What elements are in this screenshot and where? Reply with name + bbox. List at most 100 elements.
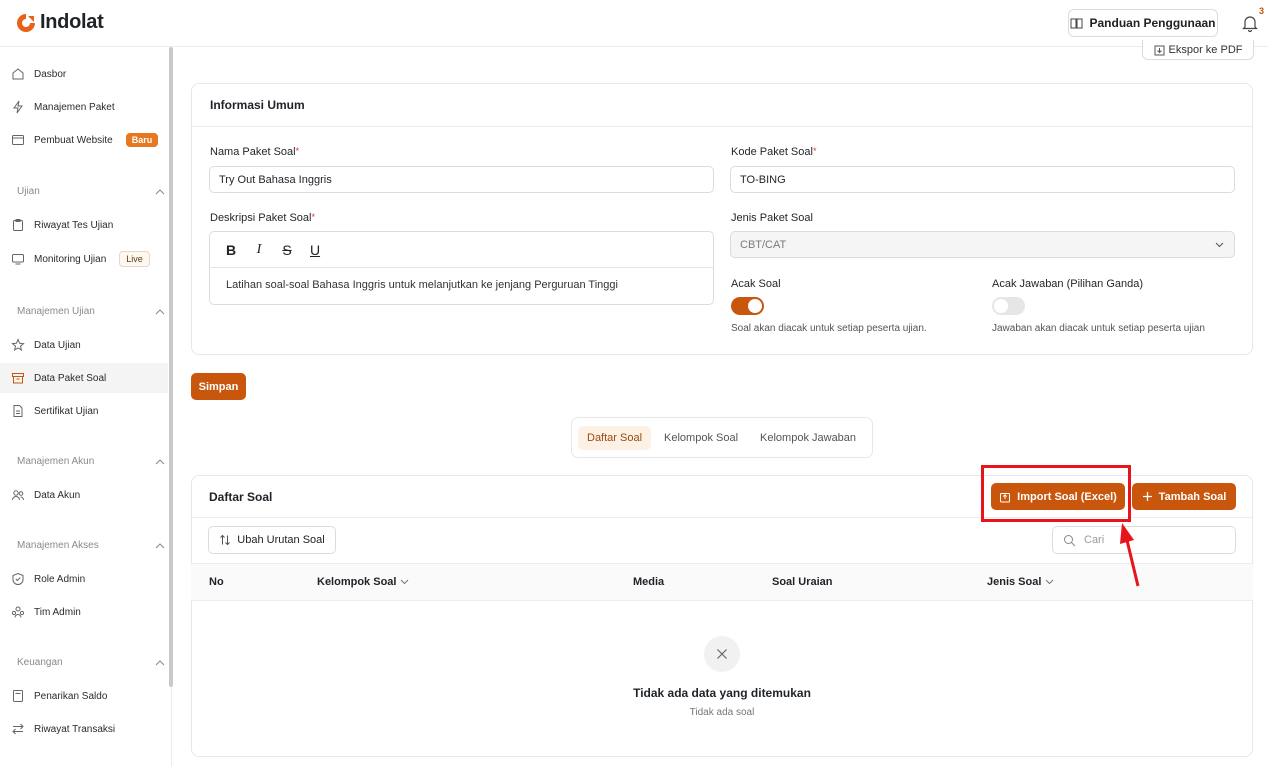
sidebar-item-label: Role Admin xyxy=(34,573,86,585)
sidebar-item-role-admin[interactable]: Role Admin xyxy=(0,564,168,594)
sidebar-item-dasbor[interactable]: Dasbor xyxy=(0,59,168,89)
shuffle-questions-label: Acak Soal xyxy=(731,278,781,290)
package-code-input[interactable]: TO-BING xyxy=(730,166,1235,193)
tab-kelompok-soal[interactable]: Kelompok Soal xyxy=(655,426,747,450)
sidebar-item-label: Riwayat Tes Ujian xyxy=(34,219,114,231)
reorder-questions-button[interactable]: Ubah Urutan Soal xyxy=(208,526,336,554)
sidebar-item-label: Data Ujian xyxy=(34,339,81,351)
toggle-knob xyxy=(748,299,762,313)
section-manajemen-ujian[interactable]: Manajemen Ujian xyxy=(17,306,165,317)
live-badge: Live xyxy=(119,251,150,267)
column-kelompok-soal[interactable]: Kelompok Soal xyxy=(317,576,409,588)
package-type-label: Jenis Paket Soal xyxy=(731,212,813,224)
save-button[interactable]: Simpan xyxy=(191,373,246,400)
description-editor[interactable]: B I S U Latihan soal-soal Bahasa Inggris… xyxy=(209,231,714,305)
sidebar-item-monitoring-ujian[interactable]: Monitoring Ujian Live xyxy=(0,244,168,274)
sidebar-item-label: Tim Admin xyxy=(34,606,81,618)
shuffle-questions-toggle[interactable] xyxy=(731,297,764,315)
section-title: Manajemen Akses xyxy=(17,540,99,551)
strikethrough-icon[interactable]: S xyxy=(280,242,294,258)
package-name-label: Nama Paket Soal* xyxy=(210,146,300,158)
package-type-value: CBT/CAT xyxy=(740,238,787,251)
window-icon xyxy=(12,135,24,145)
search-placeholder: Cari xyxy=(1084,534,1105,546)
add-question-button[interactable]: Tambah Soal xyxy=(1132,483,1236,510)
sidebar-item-label: Data Akun xyxy=(34,489,81,501)
annotation-arrow-icon xyxy=(1120,523,1140,587)
package-code-label: Kode Paket Soal* xyxy=(731,146,817,158)
bold-icon[interactable]: B xyxy=(224,242,238,258)
chevron-up-icon xyxy=(155,659,165,665)
logo[interactable]: Indolat xyxy=(16,11,104,34)
sidebar-item-tim-admin[interactable]: Tim Admin xyxy=(0,597,168,627)
italic-icon[interactable]: I xyxy=(252,242,266,258)
plus-icon xyxy=(1142,492,1152,501)
sidebar-item-data-paket-soal[interactable]: Data Paket Soal xyxy=(0,363,168,393)
info-card xyxy=(191,83,1253,355)
empty-state-subtitle: Tidak ada soal xyxy=(689,707,755,718)
package-type-select[interactable]: CBT/CAT xyxy=(730,231,1235,258)
shuffle-answers-toggle[interactable] xyxy=(992,297,1025,315)
shield-icon xyxy=(12,572,24,586)
required-mark: * xyxy=(295,146,300,156)
sidebar-item-label: Manajemen Paket xyxy=(34,101,115,113)
sidebar-item-sertifikat-ujian[interactable]: Sertifikat Ujian xyxy=(0,396,168,426)
chevron-up-icon xyxy=(155,188,165,194)
empty-state-close-icon xyxy=(704,636,740,672)
new-badge: Baru xyxy=(125,133,159,147)
section-keuangan[interactable]: Keuangan xyxy=(17,657,165,668)
section-title: Manajemen Ujian xyxy=(17,306,95,317)
chevron-down-icon xyxy=(1215,242,1224,248)
download-icon xyxy=(1154,45,1165,56)
notification-count: 3 xyxy=(1259,6,1265,16)
section-ujian[interactable]: Ujian xyxy=(17,186,165,197)
sidebar-item-label: Riwayat Transaksi xyxy=(34,723,116,735)
column-soal-uraian: Soal Uraian xyxy=(772,576,833,588)
sidebar-item-pembuat-website[interactable]: Pembuat Website Baru xyxy=(0,125,168,155)
section-manajemen-akses[interactable]: Manajemen Akses xyxy=(17,540,165,551)
bell-icon[interactable] xyxy=(1240,13,1260,33)
sidebar-item-penarikan-saldo[interactable]: Penarikan Saldo xyxy=(0,681,168,711)
package-name-input[interactable]: Try Out Bahasa Inggris xyxy=(209,166,714,193)
sidebar-item-manajemen-paket[interactable]: Manajemen Paket xyxy=(0,92,168,122)
tab-daftar-soal[interactable]: Daftar Soal xyxy=(578,425,652,450)
export-pdf-button[interactable]: Ekspor ke PDF xyxy=(1142,40,1254,60)
add-question-label: Tambah Soal xyxy=(1158,490,1227,503)
search-icon xyxy=(1064,534,1076,546)
sidebar-item-riwayat-tes-ujian[interactable]: Riwayat Tes Ujian xyxy=(0,210,168,240)
tab-bar: Daftar Soal Kelompok Soal Kelompok Jawab… xyxy=(571,417,873,458)
sidebar-scrollbar[interactable] xyxy=(169,47,173,687)
package-description-label: Deskripsi Paket Soal* xyxy=(210,212,316,224)
chevron-up-icon xyxy=(155,542,165,548)
top-bar: Indolat Panduan Penggunaan 3 xyxy=(0,0,1268,47)
section-title: Manajemen Akun xyxy=(17,456,95,467)
guide-label: Panduan Penggunaan xyxy=(1089,16,1216,30)
shuffle-answers-hint: Jawaban akan diacak untuk setiap peserta… xyxy=(992,323,1205,334)
logo-icon xyxy=(17,13,35,32)
chevron-down-icon xyxy=(1046,579,1054,585)
users-icon xyxy=(12,490,24,501)
toggle-knob xyxy=(994,299,1008,313)
section-manajemen-akun[interactable]: Manajemen Akun xyxy=(17,456,165,467)
sidebar-item-data-akun[interactable]: Data Akun xyxy=(0,480,168,510)
guide-button[interactable]: Panduan Penggunaan xyxy=(1068,9,1218,37)
bolt-icon xyxy=(13,100,23,114)
column-jenis-soal[interactable]: Jenis Soal xyxy=(987,576,1054,588)
description-text[interactable]: Latihan soal-soal Bahasa Inggris untuk m… xyxy=(210,268,713,291)
tab-kelompok-jawaban[interactable]: Kelompok Jawaban xyxy=(751,426,865,450)
sidebar-item-label: Penarikan Saldo xyxy=(34,690,108,702)
shuffle-answers-label: Acak Jawaban (Pilihan Ganda) xyxy=(992,278,1144,290)
sidebar-item-riwayat-transaksi[interactable]: Riwayat Transaksi xyxy=(0,714,168,744)
document-icon xyxy=(13,405,23,417)
column-no: No xyxy=(209,576,224,588)
wallet-icon xyxy=(13,690,23,702)
star-icon xyxy=(11,338,25,352)
monitor-icon xyxy=(12,254,24,265)
sidebar-item-data-ujian[interactable]: Data Ujian xyxy=(0,330,168,360)
empty-state-title: Tidak ada data yang ditemukan xyxy=(633,686,811,700)
questions-card-title: Daftar Soal xyxy=(209,490,273,504)
chevron-down-icon xyxy=(401,579,409,585)
underline-icon[interactable]: U xyxy=(308,242,322,258)
team-icon xyxy=(11,606,25,618)
sidebar-item-label: Data Paket Soal xyxy=(34,372,107,384)
